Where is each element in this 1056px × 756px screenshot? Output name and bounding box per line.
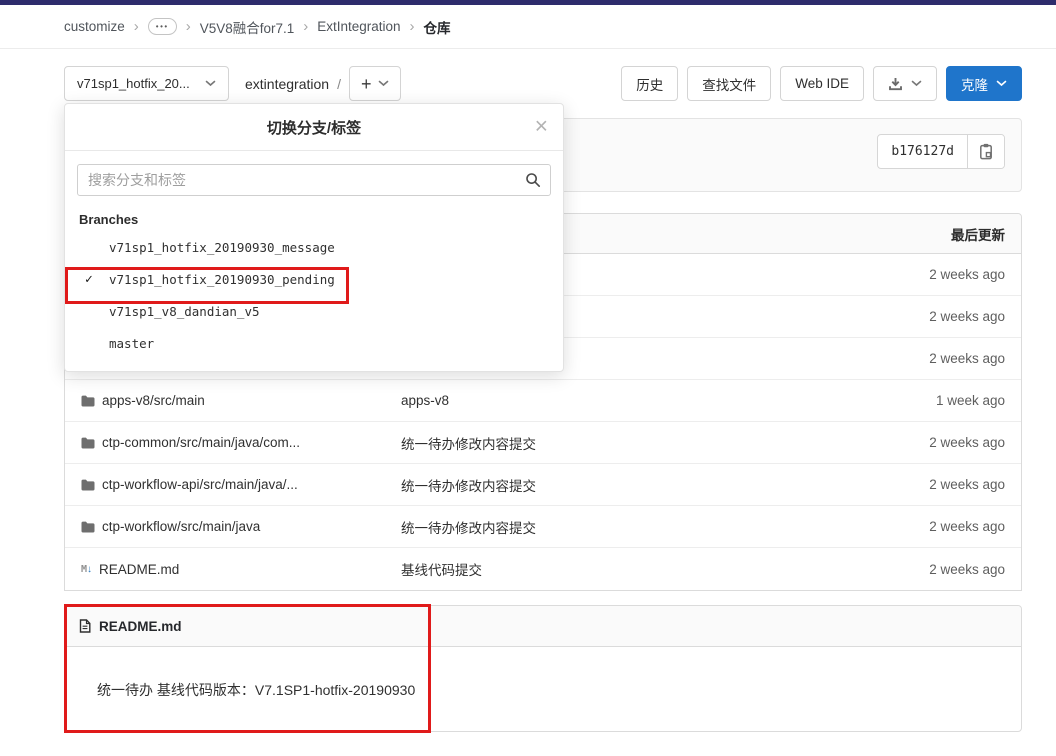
folder-icon: [81, 437, 95, 449]
branch-option[interactable]: v71sp1_hotfix_20190930_message: [65, 231, 563, 263]
readme-body-text: 统一待办 基线代码版本：V7.1SP1-hotfix-20190930: [97, 680, 415, 700]
file-name-link[interactable]: apps-v8/src/main: [102, 393, 205, 408]
plus-icon: +: [361, 75, 372, 93]
table-row[interactable]: apps-v8/src/main apps-v8 1 week ago: [65, 380, 1021, 422]
last-update-text: 2 weeks ago: [855, 309, 1005, 324]
branch-selector-dropdown[interactable]: v71sp1_hotfix_20...: [64, 66, 229, 101]
branches-section-label: Branches: [79, 212, 563, 227]
readme-card-header[interactable]: README.md: [65, 606, 1021, 647]
download-dropdown[interactable]: [873, 66, 937, 101]
table-header-last-update: 最后更新: [855, 224, 1005, 244]
find-file-button[interactable]: 查找文件: [687, 66, 771, 101]
search-icon: [525, 172, 541, 188]
history-button[interactable]: 历史: [621, 66, 678, 101]
branch-selector-label: v71sp1_hotfix_20...: [77, 76, 190, 91]
clipboard-icon: [978, 143, 994, 161]
repo-toolbar: v71sp1_hotfix_20... extintegration / + 历…: [64, 66, 1022, 101]
branch-option[interactable]: v71sp1_v8_dandian_v5: [65, 295, 563, 327]
table-row[interactable]: ctp-common/src/main/java/com... 统一待办修改内容…: [65, 422, 1021, 464]
branch-option[interactable]: master: [65, 327, 563, 359]
last-update-text: 1 week ago: [855, 393, 1005, 408]
file-name-link[interactable]: README.md: [99, 562, 179, 577]
table-row[interactable]: M↓ README.md 基线代码提交 2 weeks ago: [65, 548, 1021, 590]
breadcrumb-item-repository: 仓库: [424, 17, 451, 37]
breadcrumb-ellipsis-expander[interactable]: •••: [148, 18, 177, 35]
commit-hash-text: b176127d: [878, 135, 967, 168]
breadcrumb: customize › ••• › V5V8融合for7.1 › ExtInte…: [0, 5, 1056, 49]
file-name-link[interactable]: ctp-workflow/src/main/java: [102, 519, 260, 534]
folder-icon: [81, 521, 95, 533]
chevron-right-icon: ›: [410, 19, 415, 34]
branch-switch-modal: 切换分支/标签 × Branches v71sp1_hotfix_2019093…: [64, 103, 564, 372]
path-separator: /: [337, 76, 341, 92]
document-icon: [79, 619, 91, 633]
branch-name: master: [109, 336, 154, 351]
last-update-text: 2 weeks ago: [855, 435, 1005, 450]
chevron-down-icon: [378, 80, 389, 87]
branch-name: v71sp1_hotfix_20190930_message: [109, 240, 335, 255]
readme-preview-card: README.md 统一待办 基线代码版本：V7.1SP1-hotfix-201…: [64, 605, 1022, 732]
folder-icon: [81, 395, 95, 407]
check-icon: ✓: [85, 272, 93, 287]
last-update-text: 2 weeks ago: [855, 351, 1005, 366]
folder-icon: [81, 479, 95, 491]
file-name-link[interactable]: ctp-workflow-api/src/main/java/...: [102, 477, 298, 492]
commit-message-link[interactable]: 统一待办修改内容提交: [401, 475, 855, 495]
commit-hash-group: b176127d: [877, 134, 1005, 169]
table-row[interactable]: ctp-workflow/src/main/java 统一待办修改内容提交 2 …: [65, 506, 1021, 548]
commit-message-link[interactable]: 统一待办修改内容提交: [401, 517, 855, 537]
clone-button-label: 克隆: [961, 74, 988, 94]
chevron-right-icon: ›: [186, 19, 191, 34]
commit-message-link[interactable]: apps-v8: [401, 393, 855, 408]
chevron-down-icon: [911, 80, 922, 87]
markdown-file-icon: M↓: [81, 564, 92, 575]
chevron-right-icon: ›: [134, 19, 139, 34]
chevron-down-icon: [996, 80, 1007, 87]
chevron-down-icon: [205, 80, 216, 87]
breadcrumb-item-subgroup[interactable]: V5V8融合for7.1: [200, 17, 295, 37]
branch-search-input[interactable]: [77, 164, 551, 196]
chevron-right-icon: ›: [303, 19, 308, 34]
web-ide-button[interactable]: Web IDE: [780, 66, 864, 101]
breadcrumb-item-group[interactable]: customize: [64, 19, 125, 34]
branch-list: v71sp1_hotfix_20190930_message ✓ v71sp1_…: [65, 231, 563, 359]
branch-name: v71sp1_v8_dandian_v5: [109, 304, 260, 319]
repo-path-text: extintegration: [245, 76, 329, 92]
add-file-dropdown[interactable]: +: [349, 66, 402, 101]
table-row[interactable]: ctp-workflow-api/src/main/java/... 统一待办修…: [65, 464, 1021, 506]
branch-option-current[interactable]: ✓ v71sp1_hotfix_20190930_pending: [65, 263, 563, 295]
close-icon[interactable]: ×: [535, 115, 548, 138]
readme-title: README.md: [99, 619, 182, 634]
clone-button[interactable]: 克隆: [946, 66, 1022, 101]
copy-commit-hash-button[interactable]: [967, 135, 1004, 168]
commit-message-link[interactable]: 基线代码提交: [401, 559, 855, 579]
last-update-text: 2 weeks ago: [855, 519, 1005, 534]
last-update-text: 2 weeks ago: [855, 562, 1005, 577]
file-name-link[interactable]: ctp-common/src/main/java/com...: [102, 435, 300, 450]
breadcrumb-item-project[interactable]: ExtIntegration: [317, 19, 400, 34]
modal-title: 切换分支/标签: [267, 117, 361, 138]
commit-message-link[interactable]: 统一待办修改内容提交: [401, 433, 855, 453]
last-update-text: 2 weeks ago: [855, 477, 1005, 492]
last-update-text: 2 weeks ago: [855, 267, 1005, 282]
branch-name: v71sp1_hotfix_20190930_pending: [109, 272, 335, 287]
download-icon: [888, 77, 903, 91]
